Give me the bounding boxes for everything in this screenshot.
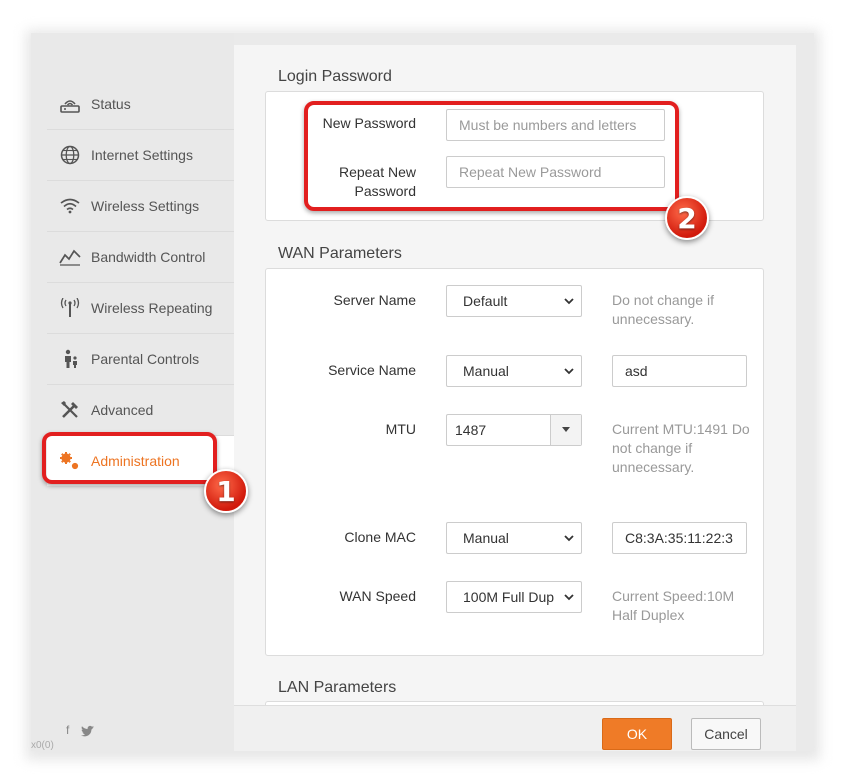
family-icon bbox=[59, 348, 81, 370]
sidebar-item-wireless-settings[interactable]: Wireless Settings bbox=[47, 181, 234, 232]
lan-parameters-title: LAN Parameters bbox=[278, 679, 397, 696]
sidebar-item-label: Wireless Repeating bbox=[91, 300, 213, 316]
sidebar-item-bandwidth-control[interactable]: Bandwidth Control bbox=[47, 232, 234, 283]
mtu-hint: Current MTU:1491 Do not change if unnece… bbox=[612, 421, 750, 475]
antenna-icon bbox=[59, 297, 81, 319]
wifi-icon bbox=[59, 195, 81, 217]
mtu-input[interactable]: 1487 bbox=[446, 414, 582, 446]
clone-mac-select[interactable]: Manual bbox=[446, 522, 582, 554]
sidebar: Status Internet Settings Wireless Settin… bbox=[31, 33, 234, 751]
annotation-badge-1: 1 bbox=[204, 469, 248, 513]
annotation-badge-2: 2 bbox=[665, 196, 709, 240]
footer-bar: OK Cancel bbox=[234, 705, 796, 751]
chart-line-icon bbox=[59, 246, 81, 268]
sidebar-item-status[interactable]: Status bbox=[47, 79, 234, 130]
chevron-down-icon bbox=[563, 294, 575, 308]
wan-speed-hint: Current Speed:10M Half Duplex bbox=[612, 588, 735, 623]
wan-parameters-panel: Server Name Default Do not change if unn… bbox=[265, 268, 764, 656]
sidebar-item-label: Wireless Settings bbox=[91, 198, 200, 214]
chevron-down-icon bbox=[563, 531, 575, 545]
service-name-label: Service Name bbox=[328, 362, 416, 378]
service-name-input[interactable]: asd bbox=[612, 355, 747, 387]
cancel-button[interactable]: Cancel bbox=[691, 718, 761, 750]
wan-speed-select[interactable]: 100M Full Dup bbox=[446, 581, 582, 613]
sidebar-item-wireless-repeating[interactable]: Wireless Repeating bbox=[47, 283, 234, 334]
twitter-icon[interactable] bbox=[80, 725, 95, 737]
sidebar-item-internet-settings[interactable]: Internet Settings bbox=[47, 130, 234, 181]
server-name-label: Server Name bbox=[333, 292, 416, 308]
router-icon bbox=[59, 93, 81, 115]
login-password-title: Login Password bbox=[278, 68, 392, 85]
chevron-down-icon bbox=[563, 364, 575, 378]
server-name-select[interactable]: Default bbox=[446, 285, 582, 317]
clone-mac-input[interactable]: C8:3A:35:11:22:3 bbox=[612, 522, 747, 554]
chevron-down-icon bbox=[563, 590, 575, 604]
sidebar-item-advanced[interactable]: Advanced bbox=[47, 385, 234, 436]
sidebar-item-parental-controls[interactable]: Parental Controls bbox=[47, 334, 234, 385]
highlight-box-administration bbox=[42, 432, 217, 484]
status-text: x0(0) bbox=[31, 740, 54, 751]
wan-parameters-title: WAN Parameters bbox=[278, 245, 402, 262]
sidebar-item-label: Bandwidth Control bbox=[91, 249, 206, 265]
tools-icon bbox=[59, 399, 81, 421]
clone-mac-label: Clone MAC bbox=[344, 529, 416, 545]
service-name-select[interactable]: Manual bbox=[446, 355, 582, 387]
highlight-box-password bbox=[304, 101, 679, 211]
mtu-label: MTU bbox=[385, 421, 416, 437]
ok-button[interactable]: OK bbox=[602, 718, 672, 750]
facebook-icon[interactable]: f bbox=[66, 723, 69, 737]
globe-icon bbox=[59, 144, 81, 166]
mtu-dropdown-button[interactable] bbox=[550, 415, 581, 445]
sidebar-item-label: Parental Controls bbox=[91, 351, 200, 367]
sidebar-item-label: Status bbox=[91, 96, 131, 112]
wan-speed-label: WAN Speed bbox=[339, 588, 416, 604]
social-links: f bbox=[66, 723, 95, 737]
server-name-hint: Do not change if unnecessary. bbox=[612, 292, 714, 327]
sidebar-item-label: Advanced bbox=[91, 402, 154, 418]
sidebar-item-label: Internet Settings bbox=[91, 147, 193, 163]
